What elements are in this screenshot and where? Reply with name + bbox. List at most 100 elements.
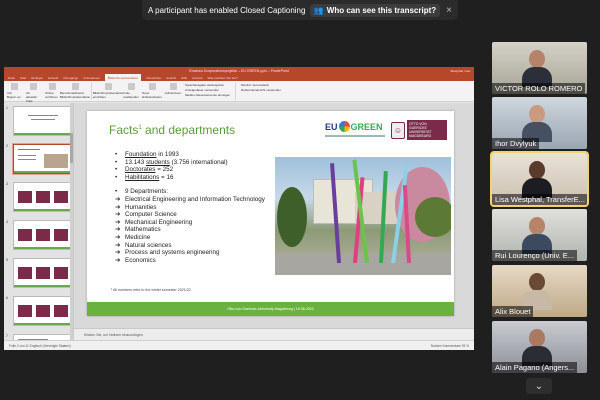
list-item: • Foundation in 1993 bbox=[115, 151, 179, 158]
slide-thumbnail[interactable]: 5 bbox=[6, 258, 71, 288]
record-button[interactable]: Aufzeichnen bbox=[165, 83, 181, 95]
ppt-account[interactable]: Westphal, Lisa bbox=[450, 69, 470, 73]
notes-input[interactable]: Klicken Sie, um Notizen hinzuzufügen bbox=[74, 328, 474, 340]
arrow-icon: ➔ bbox=[115, 249, 121, 257]
participant-name: Alix Blouet bbox=[492, 306, 534, 317]
eu-green-tagline bbox=[325, 135, 385, 137]
participant-tile[interactable]: Alain Pagano (Angers... bbox=[492, 321, 587, 373]
rehearse-timings-button[interactable]: Neue Einblendzeiten bbox=[142, 83, 162, 99]
arrow-icon: ➔ bbox=[115, 203, 121, 211]
department-item: ➔ Humanities bbox=[115, 203, 157, 211]
slide-editor: Facts1 and departments EU GREEN ☺ OTTO V… bbox=[74, 103, 474, 340]
who-can-see-label: Who can see this transcript? bbox=[326, 5, 437, 15]
tab-ueberpruefen[interactable]: Überprüfen bbox=[146, 76, 161, 80]
tab-animationen[interactable]: Animationen bbox=[83, 76, 100, 80]
participant-tile[interactable]: Ihor Dvylyuk bbox=[492, 97, 587, 149]
hide-slide-button[interactable]: Folie ausblenden bbox=[123, 83, 139, 99]
university-logo: ☺ OTTO VON GUERICKE UNIVERSITÄT MAGDEBUR… bbox=[391, 120, 447, 140]
list-item: • Doctorates = 252 bbox=[115, 166, 174, 174]
slide-thumbnail-selected[interactable]: 2 bbox=[6, 143, 72, 175]
ppt-title-bar: Erasmus Kooperationsprojekte – EU GREEN.… bbox=[4, 67, 474, 74]
ppt-body: 1 2 3 4 5 6 7 Facts1 and departments EU … bbox=[4, 103, 474, 348]
scrollbar-thumb[interactable] bbox=[70, 133, 73, 163]
current-slide[interactable]: Facts1 and departments EU GREEN ☺ OTTO V… bbox=[87, 111, 454, 316]
department-item: ➔ Electrical Engineering and Information … bbox=[115, 195, 265, 203]
custom-show-button[interactable]: Benutzerdefinierte Bildschirmpräsentatio… bbox=[60, 83, 90, 99]
participant-name: Rui Lourenço (Univ. E... bbox=[492, 250, 578, 261]
record-icon bbox=[169, 83, 177, 90]
status-view-controls[interactable]: Notizen Kommentare 93 % bbox=[431, 344, 469, 348]
participant-name: Alain Pagano (Angers... bbox=[492, 362, 578, 373]
tell-me-search[interactable]: Was möchten Sie tun? bbox=[208, 76, 238, 80]
from-beginning-button[interactable]: Von Beginn an bbox=[7, 83, 21, 99]
play-current-icon bbox=[29, 83, 37, 90]
ppt-ribbon-tabs: Datei Start Einfügen Entwurf Übergänge A… bbox=[4, 74, 474, 81]
slide-thumbnail[interactable]: 3 bbox=[6, 182, 71, 212]
facts-list: • Foundation in 1993 • 13.143 students (3.… bbox=[115, 151, 265, 264]
tab-start[interactable]: Start bbox=[20, 76, 26, 80]
slide-thumbnail[interactable]: 1 bbox=[6, 106, 71, 136]
tab-bildschirmpraesentation[interactable]: Bildschirmpräsentation bbox=[104, 74, 142, 81]
slide-title: Facts1 and departments bbox=[109, 123, 236, 137]
show-media-controls-checkbox[interactable]: Medien-Steuerelemente anzeigen bbox=[185, 93, 230, 97]
department-item: ➔ Mechanical Engineering bbox=[115, 218, 193, 226]
arrow-icon: ➔ bbox=[115, 195, 121, 203]
arrow-icon: ➔ bbox=[115, 218, 121, 226]
who-can-see-transcript-button[interactable]: 👥 Who can see this transcript? bbox=[309, 3, 441, 17]
tab-ansicht[interactable]: Ansicht bbox=[166, 76, 176, 80]
shared-screen-powerpoint: Erasmus Kooperationsprojekte – EU GREEN.… bbox=[4, 67, 474, 350]
tab-uebergaenge[interactable]: Übergänge bbox=[63, 76, 78, 80]
tab-hilfe[interactable]: Hilfe bbox=[181, 76, 187, 80]
present-online-button[interactable]: Online vorführen bbox=[45, 83, 59, 99]
slide-footnote: ¹ All numbers refer to the winter semest… bbox=[111, 288, 191, 292]
department-item: ➔ Natural sciences bbox=[115, 241, 172, 249]
participant-tile-active-speaker[interactable]: Lisa Westphal, TransferE... bbox=[490, 151, 589, 207]
participant-video bbox=[522, 161, 552, 198]
arrow-icon: ➔ bbox=[115, 241, 121, 249]
globe-icon bbox=[48, 83, 56, 90]
participant-tile[interactable]: Rui Lourenço (Univ. E... bbox=[492, 209, 587, 261]
participant-video bbox=[522, 329, 552, 366]
department-item: ➔ Mathematics bbox=[115, 226, 161, 234]
participant-name: Lisa Westphal, TransferE... bbox=[492, 194, 587, 205]
play-icon bbox=[10, 83, 18, 90]
slide-thumbnail[interactable]: 6 bbox=[6, 296, 71, 326]
participant-tile[interactable]: VICTOR ROLO ROMERO bbox=[492, 42, 587, 94]
eu-green-star-icon bbox=[338, 121, 350, 132]
slide-thumbnail[interactable]: 4 bbox=[6, 220, 71, 250]
presenter-view-checkbox[interactable]: Referentenansicht verwenden bbox=[241, 88, 281, 92]
hide-slide-icon bbox=[127, 83, 135, 90]
campus-photo bbox=[275, 157, 451, 275]
list-item: • 13.143 students (3.756 international) bbox=[115, 158, 228, 166]
participant-tile[interactable]: Alix Blouet bbox=[492, 265, 587, 317]
department-item: ➔ Economics bbox=[115, 256, 156, 264]
monitor-select[interactable]: Monitor: Automatisch bbox=[241, 83, 281, 87]
list-item: • 9 Departments: bbox=[115, 188, 169, 196]
setup-show-button[interactable]: Bildschirmpräsentation einrichten bbox=[93, 83, 123, 99]
thumbnails-scrollbar[interactable] bbox=[70, 103, 73, 340]
tab-datei[interactable]: Datei bbox=[8, 76, 15, 80]
eu-green-logo: EU GREEN bbox=[325, 121, 383, 132]
ribbon-separator bbox=[235, 83, 237, 100]
closed-caption-banner: A participant has enabled Closed Caption… bbox=[142, 0, 458, 20]
participant-name: VICTOR ROLO ROMERO bbox=[492, 83, 586, 94]
participant-video bbox=[522, 105, 552, 142]
people-icon: 👥 bbox=[313, 5, 324, 15]
slide-thumbnails-pane: 1 2 3 4 5 6 7 bbox=[4, 103, 74, 348]
more-participants-chevron-icon[interactable]: ⌄ bbox=[526, 378, 552, 394]
ppt-window-title: Erasmus Kooperationsprojekte – EU GREEN.… bbox=[189, 68, 289, 73]
tab-acrobat[interactable]: Acrobat bbox=[192, 76, 202, 80]
use-timings-checkbox[interactable]: Anzeigedauer verwenden bbox=[185, 88, 230, 92]
arrow-icon: ➔ bbox=[115, 211, 121, 219]
participant-video bbox=[522, 50, 552, 87]
caption-notice-text: A participant has enabled Closed Caption… bbox=[148, 5, 306, 15]
play-narrations-checkbox[interactable]: Sprachausgabe wiedergeben bbox=[185, 83, 230, 87]
tab-entwurf[interactable]: Entwurf bbox=[48, 76, 58, 80]
ppt-status-bar: Folie 2 von 11 Englisch (Vereinigte Staa… bbox=[4, 340, 474, 350]
custom-show-icon bbox=[71, 83, 79, 90]
from-current-button[interactable]: Ab aktueller Folie bbox=[26, 83, 40, 103]
participant-video bbox=[522, 217, 552, 254]
timer-icon bbox=[148, 83, 156, 90]
close-icon[interactable]: × bbox=[446, 5, 452, 16]
tab-einfuegen[interactable]: Einfügen bbox=[31, 76, 43, 80]
